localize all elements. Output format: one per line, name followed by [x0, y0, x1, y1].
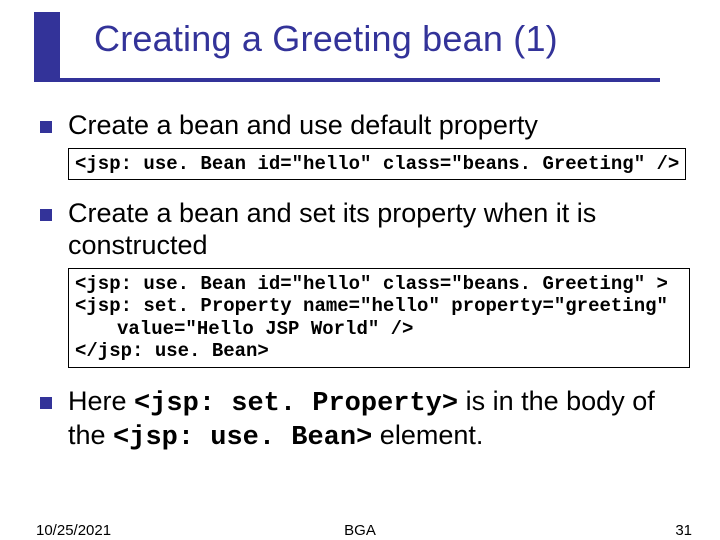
accent-line — [60, 78, 660, 82]
code-block-1: <jsp: use. Bean id="hello" class="beans.… — [68, 148, 686, 180]
code-line: </jsp: use. Bean> — [75, 340, 269, 362]
text-run: element. — [372, 420, 483, 450]
code-block-2: <jsp: use. Bean id="hello" class="beans.… — [68, 268, 690, 368]
accent-bar — [34, 12, 60, 82]
inline-code: <jsp: use. Bean> — [113, 423, 372, 453]
code-line: <jsp: set. Property name="hello" propert… — [75, 295, 668, 317]
bullet-square-icon — [40, 209, 52, 221]
bullet-2-text: Create a bean and set its property when … — [68, 198, 680, 262]
bullet-square-icon — [40, 397, 52, 409]
bullet-3: Here <jsp: set. Property> is in the body… — [40, 386, 680, 456]
footer-center: BGA — [0, 522, 720, 539]
bullet-square-icon — [40, 121, 52, 133]
code-line: <jsp: use. Bean id="hello" class="beans.… — [75, 273, 668, 295]
bullet-1-text: Create a bean and use default property — [68, 110, 538, 142]
slide-title: Creating a Greeting bean (1) — [94, 18, 558, 60]
bullet-1: Create a bean and use default property — [40, 110, 680, 142]
text-run: Here — [68, 386, 134, 416]
bullet-2: Create a bean and set its property when … — [40, 198, 680, 262]
footer-page-number: 31 — [675, 522, 692, 539]
slide-body: Create a bean and use default property <… — [40, 104, 680, 455]
inline-code: <jsp: set. Property> — [134, 389, 458, 419]
bullet-3-text: Here <jsp: set. Property> is in the body… — [68, 386, 680, 456]
code-line: value="Hello JSP World" /> — [75, 318, 683, 340]
